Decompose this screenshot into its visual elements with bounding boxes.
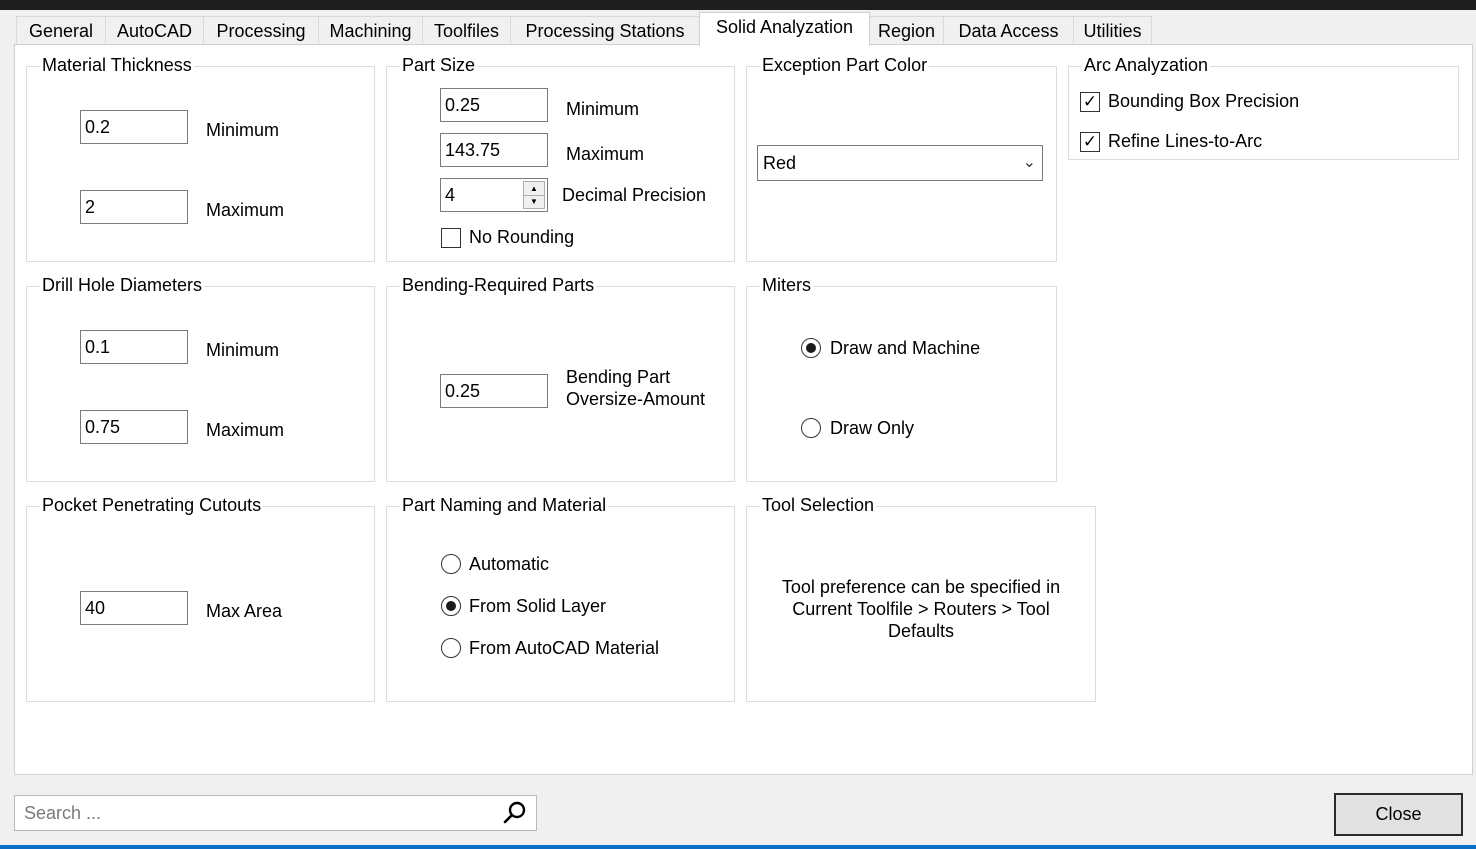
group-title: Drill Hole Diameters — [40, 274, 205, 296]
max-area-label: Max Area — [206, 601, 283, 621]
chevron-down-icon: ⌄ — [1022, 154, 1036, 171]
part-size-maximum-input[interactable]: 143.75 — [440, 133, 548, 167]
tab-panel-solid-analyzation: Material Thickness 0.2 Minimum 2 Maximum… — [14, 44, 1473, 775]
stepper-up-icon[interactable]: ▲ — [524, 182, 544, 196]
tab-solid-analyzation[interactable]: Solid Analyzation — [699, 12, 870, 46]
draw-and-machine-label: Draw and Machine — [830, 338, 981, 358]
radio-draw-and-machine[interactable] — [801, 338, 821, 358]
tab-general[interactable]: General — [16, 16, 106, 44]
from-solid-layer-label: From Solid Layer — [469, 596, 607, 616]
maximum-label: Maximum — [206, 420, 285, 440]
tool-selection-info-line2: Current Toolfile > Routers > Tool — [792, 599, 1050, 619]
bending-label-line2: Oversize-Amount — [566, 389, 706, 409]
group-pocket-penetrating-cutouts: Pocket Penetrating Cutouts 40 Max Area — [26, 494, 375, 702]
from-autocad-material-label: From AutoCAD Material — [469, 638, 660, 658]
tab-processing[interactable]: Processing — [203, 16, 319, 44]
group-frame — [386, 286, 735, 482]
tab-toolfiles[interactable]: Toolfiles — [422, 16, 511, 44]
group-title: Part Naming and Material — [400, 494, 609, 516]
bending-oversize-input[interactable]: 0.25 — [440, 374, 548, 408]
search-box[interactable]: Search ... — [14, 795, 537, 831]
tab-machining[interactable]: Machining — [318, 16, 423, 44]
maximum-label: Maximum — [566, 144, 645, 164]
group-frame — [26, 506, 375, 702]
radio-from-autocad-material[interactable] — [441, 638, 461, 658]
group-title: Arc Analyzation — [1082, 54, 1211, 76]
group-title: Tool Selection — [760, 494, 877, 516]
window-bottom-accent — [0, 845, 1476, 849]
tab-autocad[interactable]: AutoCAD — [105, 16, 204, 44]
exception-color-dropdown[interactable]: Red ⌄ — [757, 145, 1043, 181]
dropdown-value: Red — [763, 153, 797, 173]
bending-label-line1: Bending Part — [566, 367, 671, 387]
pocket-max-area-input[interactable]: 40 — [80, 591, 188, 625]
group-title: Bending-Required Parts — [400, 274, 597, 296]
part-size-minimum-input[interactable]: 0.25 — [440, 88, 548, 122]
refine-lines-to-arc-label: Refine Lines-to-Arc — [1108, 131, 1263, 151]
bounding-box-precision-label: Bounding Box Precision — [1108, 91, 1300, 111]
automatic-label: Automatic — [469, 554, 550, 574]
group-material-thickness: Material Thickness 0.2 Minimum 2 Maximum — [26, 54, 375, 262]
no-rounding-label: No Rounding — [469, 227, 575, 247]
group-title: Pocket Penetrating Cutouts — [40, 494, 264, 516]
radio-automatic[interactable] — [441, 554, 461, 574]
group-frame — [746, 286, 1057, 482]
group-frame — [26, 286, 375, 482]
tab-processing-stations[interactable]: Processing Stations — [510, 16, 700, 44]
stepper-down-icon[interactable]: ▼ — [524, 195, 544, 208]
tab-utilities[interactable]: Utilities — [1073, 16, 1152, 44]
group-bending-required-parts: Bending-Required Parts 0.25 Bending Part… — [386, 274, 735, 482]
tool-selection-info-line1: Tool preference can be specified in — [781, 577, 1061, 597]
decimal-precision-label: Decimal Precision — [562, 185, 707, 205]
group-part-naming-and-material: Part Naming and Material Automatic From … — [386, 494, 735, 702]
drill-hole-maximum-input[interactable]: 0.75 — [80, 410, 188, 444]
maximum-label: Maximum — [206, 200, 285, 220]
refine-lines-to-arc-checkbox[interactable]: ✓ — [1080, 132, 1100, 152]
draw-only-label: Draw Only — [830, 418, 915, 438]
group-miters: Miters Draw and Machine Draw Only — [746, 274, 1057, 482]
window-top-bar — [0, 0, 1476, 10]
group-drill-hole-diameters: Drill Hole Diameters 0.1 Minimum 0.75 Ma… — [26, 274, 375, 482]
no-rounding-checkbox[interactable] — [441, 228, 461, 248]
material-thickness-minimum-input[interactable]: 0.2 — [80, 110, 188, 144]
minimum-label: Minimum — [206, 340, 280, 360]
group-frame — [26, 66, 375, 262]
group-part-size: Part Size 0.25 Minimum 143.75 Maximum 4 … — [386, 54, 735, 262]
drill-hole-minimum-input[interactable]: 0.1 — [80, 330, 188, 364]
group-tool-selection: Tool Selection Tool preference can be sp… — [746, 494, 1096, 702]
bounding-box-precision-checkbox[interactable]: ✓ — [1080, 92, 1100, 112]
stepper-value: 4 — [445, 185, 456, 205]
group-title: Exception Part Color — [760, 54, 930, 76]
stepper-arrows: ▲ ▼ — [523, 181, 545, 209]
group-title: Material Thickness — [40, 54, 194, 76]
decimal-precision-stepper[interactable]: 4 ▲ ▼ — [440, 178, 548, 212]
minimum-label: Minimum — [206, 120, 280, 140]
search-input[interactable]: Search ... — [24, 796, 101, 830]
group-title: Part Size — [400, 54, 478, 76]
radio-from-solid-layer[interactable] — [441, 596, 461, 616]
tab-region[interactable]: Region — [869, 16, 944, 44]
close-button[interactable]: Close — [1334, 793, 1463, 836]
minimum-label: Minimum — [566, 99, 640, 119]
group-exception-part-color: Exception Part Color Red ⌄ — [746, 54, 1057, 262]
radio-draw-only[interactable] — [801, 418, 821, 438]
material-thickness-maximum-input[interactable]: 2 — [80, 190, 188, 224]
group-title: Miters — [760, 274, 813, 296]
tab-data-access[interactable]: Data Access — [943, 16, 1074, 44]
group-arc-analyzation: Arc Analyzation ✓ Bounding Box Precision… — [1068, 54, 1459, 160]
tool-selection-info-line3: Defaults — [887, 621, 955, 641]
search-icon[interactable] — [502, 800, 528, 826]
